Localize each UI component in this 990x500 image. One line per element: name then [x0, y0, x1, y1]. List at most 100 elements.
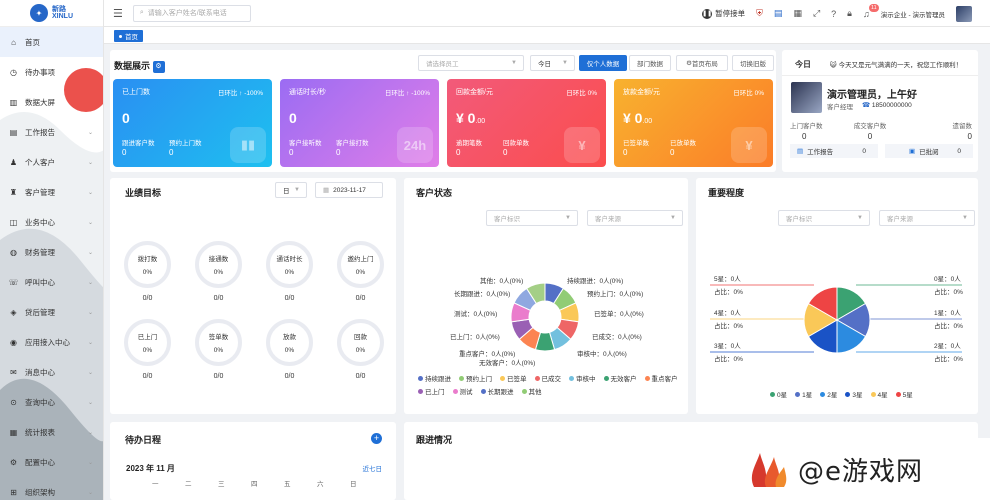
- goal-ring[interactable]: 已上门 0%: [124, 319, 171, 366]
- sidebar-item[interactable]: ⊞ 组织架构 ⌄: [0, 477, 103, 500]
- importance-label: 0星：0人: [934, 276, 961, 283]
- sidebar-item[interactable]: ◈ 贷后管理 ⌄: [0, 297, 103, 327]
- fullscreen-icon[interactable]: ⤢: [813, 8, 820, 19]
- sidebar-item[interactable]: ▥ 数据大屏: [0, 87, 103, 117]
- goal-ring[interactable]: 邀约上门 0%: [337, 241, 384, 288]
- shield-icon[interactable]: ⛨: [756, 8, 763, 19]
- menu-toggle-icon[interactable]: ☰: [113, 7, 123, 20]
- chevron-down-icon: ▼: [670, 215, 676, 221]
- legend-item[interactable]: 长期跟进: [480, 386, 514, 396]
- add-schedule-button[interactable]: +: [371, 433, 382, 444]
- avatar[interactable]: [956, 5, 972, 22]
- reviewed-link[interactable]: ▣ 已批阅 0: [885, 144, 973, 158]
- sidebar-item[interactable]: ♟ 个人客户 ⌄: [0, 147, 103, 177]
- company-name[interactable]: 演示企业 - 演示管理员: [881, 9, 945, 19]
- legend-item[interactable]: 3星: [845, 389, 863, 399]
- legend-item[interactable]: 测试: [452, 386, 473, 396]
- legend-item[interactable]: 已上门: [418, 386, 445, 396]
- legend-item[interactable]: 4星: [870, 389, 888, 399]
- legend-item[interactable]: 已签单: [500, 373, 527, 383]
- legend-item[interactable]: 其他: [521, 386, 542, 396]
- legend-item[interactable]: 已成交: [534, 373, 561, 383]
- bell-icon[interactable]: ♫ 11: [863, 3, 879, 19]
- stat-card[interactable]: 通话时长/秒 日环比 ↑ -100% 0 客户接听数 0 客户接打数 0 24h: [280, 79, 439, 167]
- legend-item[interactable]: 5星: [895, 389, 913, 399]
- legend-item[interactable]: 1星: [795, 389, 812, 399]
- status-source-select[interactable]: 客户来源 ▼: [587, 210, 683, 226]
- legend-swatch: [795, 391, 801, 397]
- goals-date-picker[interactable]: ▦ 2023-11-17: [315, 182, 383, 198]
- sidebar-item[interactable]: ◉ 应用接入中心 ⌄: [0, 327, 103, 357]
- work-report-link[interactable]: ▤ 工作报告 0: [790, 144, 878, 158]
- legend-item[interactable]: 2星: [820, 389, 837, 399]
- document-icon[interactable]: ▤: [774, 8, 783, 19]
- department-data-button[interactable]: 部门数据: [629, 55, 671, 71]
- sidebar-item[interactable]: ⚙ 配置中心 ⌄: [0, 447, 103, 477]
- legend-item[interactable]: 持续跟进: [418, 373, 451, 383]
- date-range-select[interactable]: 今日 ▼: [530, 55, 575, 71]
- report-icon: ▤: [9, 127, 18, 137]
- sidebar-item[interactable]: ▤ 工作报告 ⌄: [0, 117, 103, 147]
- legend-item[interactable]: 预约上门: [459, 373, 492, 383]
- goals-title: 业绩目标: [125, 188, 162, 198]
- legend-item[interactable]: 0星: [770, 389, 787, 399]
- status-filter-2: 客户来源: [595, 216, 621, 223]
- legend-label: 测试: [459, 389, 473, 396]
- legend-item[interactable]: 审核中: [569, 373, 596, 383]
- sidebar-item[interactable]: ⌂ 首页: [0, 27, 103, 57]
- stat-card[interactable]: 放款金额/元 日环比 0% ¥ 0.00 已签单数 0 已放单数 0 ¥: [614, 79, 773, 167]
- sidebar-item[interactable]: ◍ 财务管理 ⌄: [0, 237, 103, 267]
- card-title: 放款金额/元: [623, 89, 660, 96]
- role: 客户经理: [827, 104, 853, 111]
- business-icon: ◫: [9, 217, 18, 227]
- sidebar-item[interactable]: ☏ 呼叫中心 ⌄: [0, 267, 103, 297]
- status-legend: 持续跟进 预约上门 已签单 已成交 审核中 无效客户 重点客户已上门 测试 长期跟进 其他: [418, 373, 680, 396]
- sidebar-item[interactable]: ▦ 统计报表 ⌄: [0, 417, 103, 447]
- sidebar-item[interactable]: ♜ 客户管理 ⌄: [0, 177, 103, 207]
- goal-ring[interactable]: 拨打数 0%: [124, 241, 171, 288]
- chevron-down-icon: ⌄: [87, 369, 93, 376]
- goals-period-select[interactable]: 日 ▼: [275, 182, 307, 198]
- legend-swatch: [418, 388, 423, 394]
- status-tag-select[interactable]: 客户标识 ▼: [486, 210, 578, 226]
- help-icon[interactable]: ?: [831, 9, 836, 19]
- calculator-icon[interactable]: ▦: [793, 8, 802, 19]
- pause-orders-button[interactable]: ❚❚ 暂停接单: [702, 8, 745, 19]
- settings-icon[interactable]: ⚙: [152, 60, 165, 73]
- sidebar-item[interactable]: ◫ 业务中心 ⌄: [0, 207, 103, 237]
- legend-swatch: [418, 375, 423, 381]
- importance-label: 2星：0人: [934, 343, 961, 350]
- logo[interactable]: ✦ 新路 XINLU: [0, 0, 103, 27]
- card-sub2-value: 0: [503, 148, 508, 157]
- stat-card[interactable]: 回款金额/元 日环比 0% ¥ 0.00 逾期笔数 0 回款单数 0 ¥: [447, 79, 606, 167]
- search-input[interactable]: ⌕ 请输入客户姓名/联系电话: [132, 4, 251, 22]
- sidebar-item[interactable]: ◷ 待办事项: [0, 57, 103, 87]
- sidebar-item[interactable]: ✉ 消息中心 ⌄: [0, 357, 103, 387]
- lock-icon[interactable]: 🔒︎: [847, 8, 852, 19]
- profile-avatar[interactable]: [791, 82, 822, 113]
- goal-ring[interactable]: 接通数 0%: [195, 241, 242, 288]
- goal-ring[interactable]: 放款 0%: [266, 319, 313, 366]
- legend-label: 预约上门: [466, 376, 492, 383]
- goal-ring[interactable]: 回款 0%: [337, 319, 384, 366]
- stats-icon: ▦: [9, 427, 18, 437]
- watermark-text: @e游戏网: [798, 456, 923, 487]
- legend-swatch: [521, 388, 527, 394]
- weekday-label: 六: [317, 481, 324, 488]
- sidebar-item[interactable]: ⊙ 查询中心 ⌄: [0, 387, 103, 417]
- legend-item[interactable]: 无效客户: [603, 373, 637, 383]
- switch-old-version-button[interactable]: 切换旧版: [732, 55, 774, 71]
- tab-home[interactable]: 首页: [114, 30, 143, 42]
- recent-seven-days-link[interactable]: 近七日: [363, 463, 383, 473]
- home-layout-button[interactable]: ⚙ 首页布局: [676, 55, 728, 71]
- goal-ring[interactable]: 签单数 0%: [195, 319, 242, 366]
- stat-card[interactable]: 已上门数 日环比 ↑ -100% 0 跟进客户数 0 预约上门数 0 ▮▮: [113, 79, 272, 167]
- sidebar-item-label: 呼叫中心: [25, 277, 55, 287]
- sidebar-item-label: 贷后管理: [25, 307, 55, 317]
- goal-ring[interactable]: 通话时长 0%: [266, 241, 313, 288]
- legend-item[interactable]: 重点客户: [644, 373, 678, 383]
- personal-data-button[interactable]: 仅个人数据: [579, 55, 627, 71]
- importance-label: 1星：0人: [934, 310, 961, 317]
- employee-select[interactable]: 请选择员工 ▼: [418, 55, 524, 71]
- schedule-month: 2023 年 11 月: [126, 464, 175, 473]
